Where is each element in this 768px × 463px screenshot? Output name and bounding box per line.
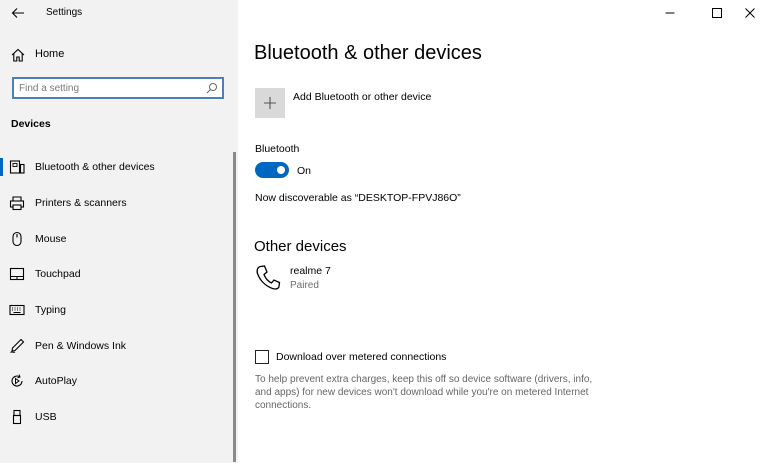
plus-tile <box>255 88 285 118</box>
sidebar-item-typing[interactable]: Typing <box>0 296 236 324</box>
add-device-label: Add Bluetooth or other device <box>293 91 432 103</box>
sidebar-item-pen[interactable]: Pen & Windows Ink <box>0 332 236 360</box>
device-item[interactable]: realme 7 Paired <box>255 264 505 296</box>
sidebar-item-label: Bluetooth & other devices <box>35 161 155 173</box>
back-arrow-icon <box>11 8 24 18</box>
search-box[interactable] <box>12 77 224 99</box>
metered-help-text: To help prevent extra charges, keep this… <box>255 374 593 411</box>
page-title: Bluetooth & other devices <box>254 42 482 64</box>
sidebar-item-mouse[interactable]: Mouse <box>0 225 236 253</box>
usb-icon <box>12 409 22 425</box>
add-device-button[interactable]: Add Bluetooth or other device <box>255 88 555 118</box>
device-name: realme 7 <box>290 265 331 277</box>
metered-checkbox[interactable] <box>255 350 269 364</box>
selection-indicator <box>0 158 3 176</box>
device-status: Paired <box>290 280 319 291</box>
sidebar-item-printers[interactable]: Printers & scanners <box>0 189 236 217</box>
phone-icon <box>256 265 281 290</box>
sidebar-item-label: Home <box>35 48 65 60</box>
back-button[interactable] <box>6 3 30 23</box>
minimize-button[interactable] <box>647 0 692 26</box>
search-icon[interactable] <box>206 82 218 94</box>
sidebar-item-label: Printers & scanners <box>35 197 127 209</box>
sidebar: Settings Home Devices Bluetooth & other … <box>0 0 238 463</box>
sidebar-item-label: Pen & Windows Ink <box>35 340 127 352</box>
sidebar-item-label: AutoPlay <box>35 375 78 387</box>
bluetooth-devices-icon <box>9 160 25 174</box>
touchpad-icon <box>9 267 25 281</box>
other-devices-title: Other devices <box>254 238 347 255</box>
keyboard-icon <box>9 304 25 316</box>
main-content: Bluetooth & other devices Add Bluetooth … <box>238 0 768 463</box>
close-icon <box>745 8 755 18</box>
maximize-icon <box>712 8 722 18</box>
sidebar-item-label: USB <box>35 411 57 423</box>
bluetooth-label: Bluetooth <box>255 143 300 155</box>
section-header: Devices <box>11 118 51 130</box>
window-title: Settings <box>46 7 83 18</box>
sidebar-item-label: Mouse <box>35 233 67 245</box>
plus-icon <box>264 97 276 109</box>
sidebar-item-touchpad[interactable]: Touchpad <box>0 260 236 288</box>
metered-label: Download over metered connections <box>276 351 447 363</box>
autoplay-icon <box>11 374 23 387</box>
sidebar-item-usb[interactable]: USB <box>0 403 236 431</box>
discoverable-text: Now discoverable as “DESKTOP-FPVJ86O” <box>255 192 461 204</box>
sidebar-item-home[interactable]: Home <box>0 43 238 67</box>
metered-checkbox-row[interactable]: Download over metered connections <box>255 350 515 366</box>
bluetooth-toggle[interactable] <box>255 162 289 178</box>
sidebar-scrollbar[interactable] <box>233 152 236 462</box>
home-icon <box>11 48 25 62</box>
pen-icon <box>10 338 25 353</box>
minimize-icon <box>665 12 675 14</box>
mouse-icon <box>12 231 22 247</box>
search-input[interactable] <box>19 81 199 95</box>
sidebar-item-label: Touchpad <box>35 268 81 280</box>
sidebar-item-bluetooth[interactable]: Bluetooth & other devices <box>0 153 236 181</box>
sidebar-item-autoplay[interactable]: AutoPlay <box>0 367 236 395</box>
sidebar-item-label: Typing <box>35 304 66 316</box>
printer-icon <box>9 196 25 211</box>
bluetooth-state: On <box>297 165 312 177</box>
close-button[interactable] <box>727 0 768 26</box>
toggle-knob <box>277 166 285 174</box>
